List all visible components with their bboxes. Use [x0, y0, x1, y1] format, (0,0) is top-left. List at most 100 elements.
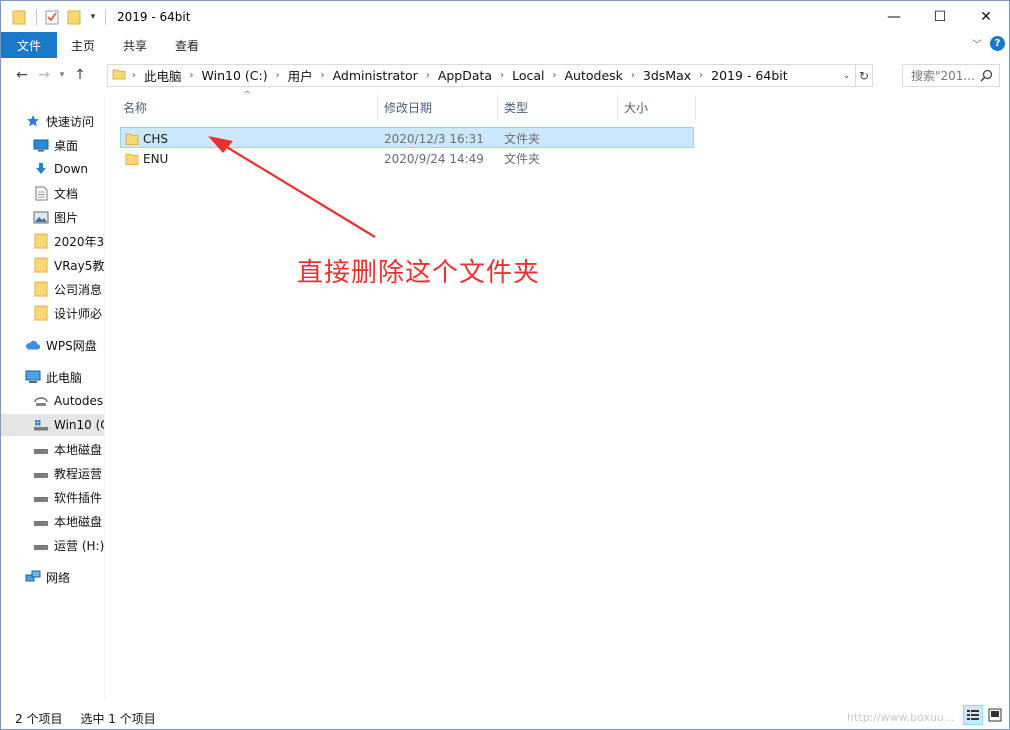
item-count: 2 个项目 [15, 711, 63, 726]
folder-icon [33, 305, 49, 321]
sidebar-item-label: Autodes [54, 394, 104, 408]
tab-file[interactable]: 文件 [1, 32, 58, 58]
sidebar-item-label: VRay5教 [54, 258, 104, 273]
tab-view[interactable]: 查看 [161, 32, 213, 58]
folder-icon[interactable] [9, 6, 29, 28]
column-divider[interactable] [695, 95, 696, 120]
sidebar-item-label: 文档 [54, 186, 79, 201]
sidebar-item-label: 快速访问 [46, 114, 95, 129]
breadcrumb-item[interactable]: 用户 [288, 66, 313, 85]
sidebar-item[interactable]: Autodes [33, 390, 103, 412]
network-drive-icon [33, 393, 49, 409]
forward-arrow-icon[interactable]: → [33, 64, 55, 86]
search-input[interactable]: 搜索"201... [902, 64, 1000, 87]
address-bar[interactable]: › 此电脑 › Win10 (C:) › 用户 › Administrator › AppDat… [107, 64, 873, 87]
refresh-icon[interactable]: ↻ [855, 65, 872, 86]
back-arrow-icon[interactable]: ← [11, 64, 33, 86]
sidebar-item-label: WPS网盘 [46, 338, 97, 353]
maximize-button[interactable]: ☐ [917, 1, 963, 32]
expand-ribbon-chevron-icon[interactable]: ﹀ [972, 36, 982, 51]
breadcrumb-separator-icon[interactable]: › [132, 70, 136, 81]
sidebar-item[interactable]: 快速访问 [25, 110, 94, 132]
sidebar-item[interactable]: 2020年3 [33, 230, 104, 252]
new-folder-icon[interactable] [64, 6, 84, 28]
sidebar-item[interactable]: 软件插件 [33, 486, 102, 508]
sidebar-item[interactable]: 此电脑 [25, 366, 82, 388]
sidebar-item[interactable]: 运营 (H:) [33, 534, 104, 556]
picture-icon [33, 209, 49, 225]
sidebar-item[interactable]: 桌面📌 [33, 134, 78, 156]
column-header-modified[interactable]: 修改日期 [384, 95, 496, 120]
column-header-name[interactable]: 名称 [123, 95, 377, 120]
address-history-dropdown-icon[interactable]: ⌄ [838, 65, 854, 86]
selection-count: 选中 1 个项目 [80, 711, 156, 726]
file-type: 文件夹 [504, 132, 541, 146]
sidebar-item-label: Win10 (C [54, 418, 104, 432]
breadcrumb-separator-icon[interactable]: › [276, 70, 280, 81]
breadcrumb-separator-icon[interactable]: › [631, 70, 635, 81]
breadcrumb-separator-icon[interactable]: › [321, 70, 325, 81]
breadcrumb-item[interactable]: 3dsMax [643, 68, 691, 83]
column-divider[interactable] [377, 95, 378, 120]
close-button[interactable]: ✕ [963, 1, 1009, 32]
column-divider[interactable] [617, 95, 618, 120]
sidebar-item[interactable]: Down📌 [33, 158, 88, 180]
sidebar-item[interactable]: 公司消息 [33, 278, 102, 300]
sidebar-item[interactable]: VRay5教 [33, 254, 104, 276]
sidebar-item-label: 教程运营 [54, 466, 103, 481]
pane-splitter[interactable] [104, 96, 105, 701]
properties-icon[interactable] [42, 6, 62, 28]
sidebar-item[interactable]: 本地磁盘 [33, 438, 102, 460]
sidebar-item[interactable]: WPS网盘 [25, 334, 97, 356]
quick-access-toolbar: ▾ [1, 1, 111, 32]
sidebar-item-label: 2020年3 [54, 234, 104, 249]
breadcrumb-item[interactable]: Autodesk [565, 68, 623, 83]
column-divider[interactable] [497, 95, 498, 120]
breadcrumb-separator-icon[interactable]: › [190, 70, 194, 81]
sidebar-item-label: Down [54, 162, 89, 176]
column-header-type[interactable]: 类型 [504, 95, 616, 120]
folder-icon [125, 128, 139, 149]
sidebar-item[interactable]: Win10 (C [1, 414, 104, 436]
view-switcher [963, 705, 1005, 725]
help-icon[interactable]: ? [990, 36, 1005, 51]
breadcrumb-item[interactable]: 此电脑 [144, 66, 182, 85]
sidebar-item[interactable]: 文档📌 [33, 182, 78, 204]
breadcrumb-item[interactable]: 2019 - 64bit [711, 68, 787, 83]
tab-home[interactable]: 主页 [57, 32, 109, 58]
large-icons-view-icon[interactable] [985, 705, 1005, 725]
breadcrumb-item[interactable]: AppData [438, 68, 492, 83]
search-icon[interactable] [980, 69, 993, 85]
breadcrumb-separator-icon[interactable]: › [699, 70, 703, 81]
recent-locations-chevron-icon[interactable]: ▾ [55, 64, 69, 86]
up-arrow-icon[interactable]: ↑ [69, 64, 91, 86]
file-name: CHS [143, 131, 169, 146]
drive-icon [33, 513, 49, 529]
title-bar: ▾ 2019 - 64bit — ☐ ✕ [1, 1, 1009, 32]
window-title: 2019 - 64bit [117, 9, 191, 24]
toolbar-separator [105, 8, 106, 25]
file-row[interactable]: CHS 2020/12/3 16:31 文件夹 [120, 127, 694, 148]
tab-share[interactable]: 共享 [109, 32, 161, 58]
customize-toolbar-dropdown-icon[interactable]: ▾ [86, 12, 100, 22]
breadcrumb-item[interactable]: Local [512, 68, 544, 83]
sidebar-item-label: 公司消息 [54, 282, 103, 297]
breadcrumb-separator-icon[interactable]: › [500, 70, 504, 81]
desktop-icon [33, 137, 49, 153]
sidebar-item[interactable]: 网络 [25, 566, 70, 588]
sidebar-item[interactable]: 图片📌 [33, 206, 78, 228]
sidebar-item[interactable]: 本地磁盘 [33, 510, 102, 532]
column-header-size[interactable]: 大小 [624, 95, 694, 120]
sidebar-item-label: 本地磁盘 [54, 442, 103, 457]
details-view-icon[interactable] [963, 705, 983, 725]
breadcrumb-item[interactable]: Win10 (C:) [202, 68, 268, 83]
sidebar-item-label: 本地磁盘 [54, 514, 103, 529]
breadcrumb-item[interactable]: Administrator [333, 68, 418, 83]
ribbon-right-controls: ﹀ ? [972, 36, 1005, 51]
file-row[interactable]: ENU 2020/9/24 14:49 文件夹 [120, 148, 694, 169]
sidebar-item[interactable]: 设计师必 [33, 302, 102, 324]
sidebar-item[interactable]: 教程运营 [33, 462, 102, 484]
breadcrumb-separator-icon[interactable]: › [426, 70, 430, 81]
minimize-button[interactable]: — [871, 1, 917, 32]
breadcrumb-separator-icon[interactable]: › [553, 70, 557, 81]
